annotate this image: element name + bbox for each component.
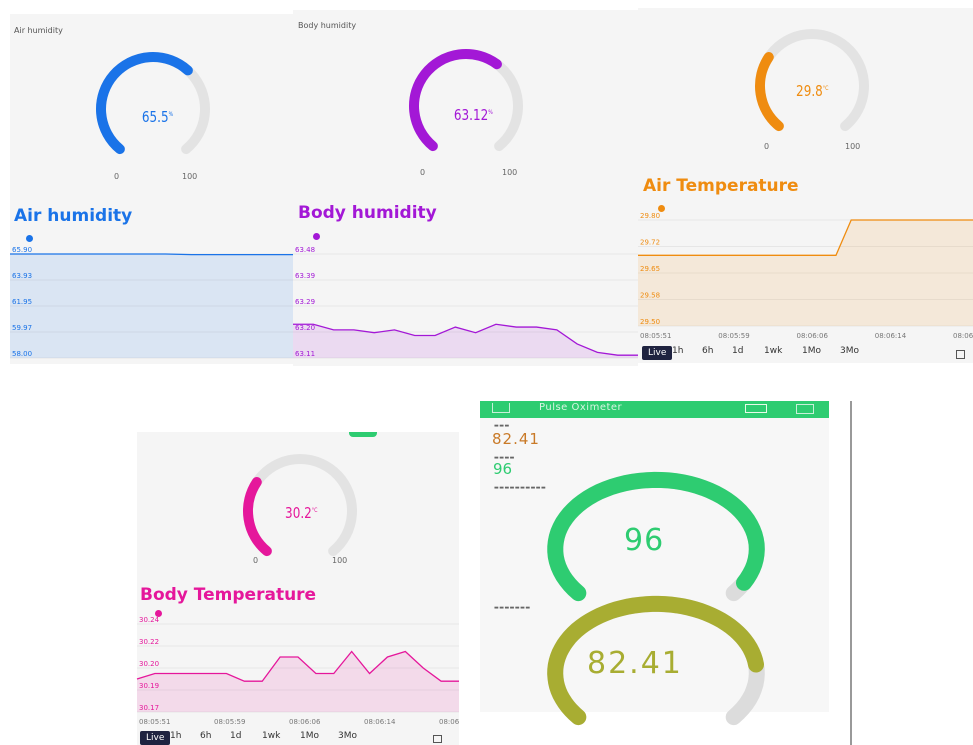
y-tick-label: 65.90 <box>12 246 32 254</box>
range-button-3mo[interactable]: 3Mo <box>840 346 859 356</box>
body-temperature-fullscreen-icon[interactable] <box>433 735 442 743</box>
range-button-1wk[interactable]: 1wk <box>764 346 782 356</box>
air-temperature-panel: 29.8°C 0 100 Air Temperature 29.80 29.72 2… <box>638 8 973 363</box>
y-tick-label: 63.39 <box>295 272 315 280</box>
body-temperature-panel: 30.2°C 0 100 Body Temperature 30.24 30.22… <box>136 432 470 745</box>
series-line <box>10 253 295 256</box>
range-button-1mo[interactable]: 1Mo <box>300 731 319 741</box>
air-temperature-fullscreen-icon[interactable] <box>956 350 965 359</box>
series-area <box>10 254 295 358</box>
range-button-1h[interactable]: 1h <box>672 346 683 356</box>
air-temperature-range-bar: Live 1h 6h 1d 1wk 1Mo 3Mo <box>638 8 973 363</box>
bpm-gauge-value: 82.41 <box>587 646 683 681</box>
air-humidity-panel: Air humidity 65.5% 0 100 Air humidity 65… <box>10 14 295 364</box>
air-humidity-chart: 65.9063.9361.9559.9758.00 <box>10 246 295 359</box>
range-button-1d[interactable]: 1d <box>230 731 241 741</box>
body-humidity-chart: 63.4863.3963.2963.2063.11 <box>293 246 638 359</box>
range-button-live[interactable]: Live <box>642 346 673 360</box>
body-temperature-range-bar: Live 1h 6h 1d 1wk 1Mo 3Mo <box>137 432 459 745</box>
y-tick-label: 63.29 <box>295 298 315 306</box>
range-button-6h[interactable]: 6h <box>200 731 211 741</box>
pulse-oximeter-phone: Pulse Oximeter ▬▬▬ 82.41 ▬▬▬▬ 96 ▬▬▬▬▬▬▬… <box>459 401 852 745</box>
range-button-1wk[interactable]: 1wk <box>262 731 280 741</box>
range-button-6h[interactable]: 6h <box>702 346 713 356</box>
range-button-1mo[interactable]: 1Mo <box>802 346 821 356</box>
body-humidity-panel: Body humidity 63.12% 0 100 Body humidity… <box>293 10 638 366</box>
range-button-live[interactable]: Live <box>140 731 171 745</box>
range-button-3mo[interactable]: 3Mo <box>338 731 357 741</box>
range-button-1d[interactable]: 1d <box>732 346 743 356</box>
range-button-1h[interactable]: 1h <box>170 731 181 741</box>
y-tick-label: 63.48 <box>295 246 315 254</box>
